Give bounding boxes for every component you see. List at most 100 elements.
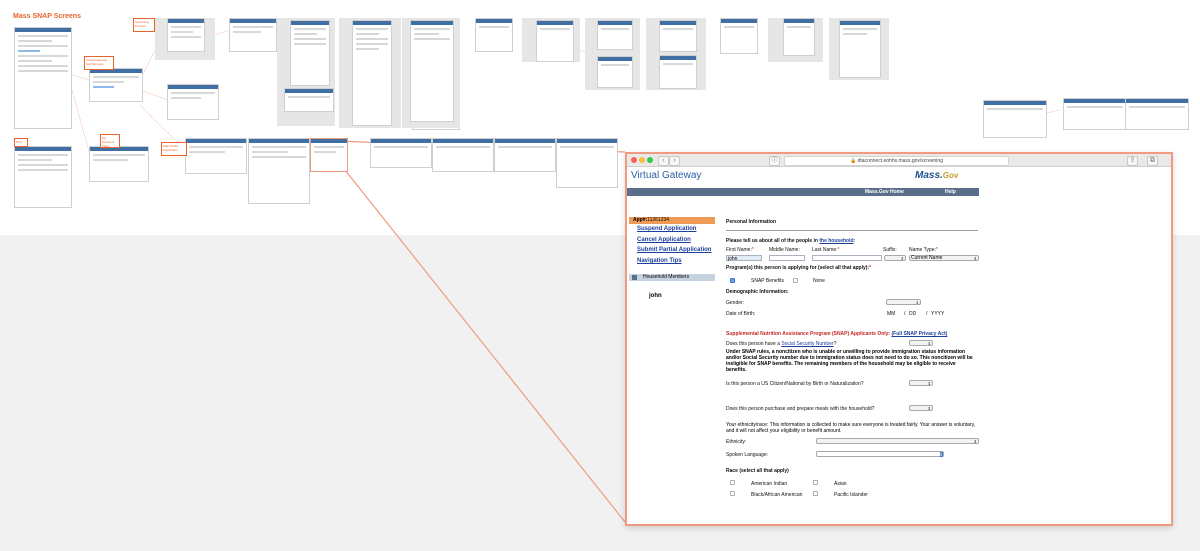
dob-day[interactable]: DD [909,311,916,317]
screen-thumbnail [556,138,618,188]
screen-thumbnail [370,138,432,168]
ethnicity-label: Ethnicity: [726,439,747,445]
noncitizen-notice: Under SNAP rules, a noncitizen who is un… [726,349,973,373]
screen-thumbnail [410,20,454,122]
chevron-updown-icon: ⇕ [939,452,943,457]
ssn-link[interactable]: Social Security Number [781,341,833,347]
site-header: Virtual Gateway Mass.Gov [627,167,979,187]
screen-thumbnail [284,88,334,112]
screen-thumbnail [14,27,72,129]
citizen-select[interactable]: ⇕ [909,380,933,386]
screen-thumbnail [167,84,219,120]
last-name-input[interactable] [812,255,882,261]
cancel-application-link[interactable]: Cancel Application [637,237,691,243]
middle-name-input[interactable] [769,255,805,261]
divider [726,230,978,231]
screen-thumbnail [167,18,205,52]
screen-thumbnail [89,146,149,182]
screen-thumbnail [597,56,633,88]
screen-thumbnail [983,100,1047,138]
navigation-tips-link[interactable]: Navigation Tips [637,258,682,264]
screen-thumbnail [185,138,247,174]
dob-label: Date of Birth: [726,311,756,317]
snap-privacy-link[interactable]: (Full SNAP Privacy Act) [892,331,948,337]
demographic-label: Demographic Information: [726,289,789,295]
note-my-accounts: My Accounts Page [100,134,120,148]
household-link[interactable]: the household [819,238,853,244]
snap-benefits-checkbox[interactable] [730,278,735,283]
app-number-bar: App#:11261234 [629,217,715,224]
dob-month[interactable]: MM [887,311,895,317]
spoken-language-select[interactable]: ⇕ [816,451,944,457]
screen-thumbnail [89,68,143,102]
ssn-question: Does this person have a Social Security … [726,341,837,347]
none-checkbox[interactable] [793,278,798,283]
screen-thumbnail [839,20,881,78]
none-label: None [813,278,825,284]
asian-checkbox[interactable] [813,480,818,485]
nav-mass-gov-home[interactable]: Mass.Gov Home [865,188,904,196]
dob-year[interactable]: YYYY [931,311,944,317]
close-window-button[interactable] [631,157,637,163]
lock-icon: 🔒 [850,158,857,164]
suffix-select[interactable]: ⇕ [884,255,906,261]
forward-icon[interactable]: › [669,156,680,166]
chevron-updown-icon: ⇕ [915,300,919,305]
suffix-label: Suffix: [883,247,897,253]
name-type-label: Name Type:* [909,247,938,253]
info-icon[interactable]: ⓘ [769,156,780,166]
tabs-icon[interactable]: ⧉ [1147,156,1158,166]
url-text: dtaconnect.eohhs.mass.gov/screening [857,158,943,164]
submit-partial-application-link[interactable]: Submit Partial Application [637,247,711,253]
highlighted-screen-thumbnail [310,138,348,172]
ethnicity-select[interactable]: ⇕ [816,438,979,444]
screen-thumbnail [720,18,758,54]
address-bar[interactable]: 🔒 dtaconnect.eohhs.mass.gov/screening [784,156,1009,166]
household-members-header: Household Members [629,274,715,281]
note-start-application: Start Online Application [161,142,187,156]
screen-thumbnail [536,20,574,62]
middle-name-label: Middle Name: [769,247,800,253]
snap-applicants-title: Supplemental Nutrition Assistance Progra… [726,331,948,337]
suspend-application-link[interactable]: Suspend Application [637,226,696,232]
last-name-label: Last Name:* [812,247,840,253]
screen-thumbnail [290,20,330,86]
screen-thumbnail [597,20,633,50]
pacific-islander-label: Pacific Islander [834,492,868,498]
asian-label: Asian [834,481,847,487]
screen-thumbnail [229,18,277,52]
household-member-john[interactable]: john [649,293,662,299]
gender-select[interactable]: ⇕ [886,299,921,305]
first-name-input[interactable]: john [726,255,762,262]
share-icon[interactable]: ⇪ [1127,156,1138,166]
nav-help[interactable]: Help [945,188,956,196]
meals-select[interactable]: ⇕ [909,405,933,411]
screen-thumbnail [1063,98,1127,130]
dob-separator: / [904,311,906,317]
first-name-label: First Name:* [726,247,754,253]
black-african-american-checkbox[interactable] [730,491,735,496]
screen-thumbnail [659,20,697,52]
citizen-question: Is this person a US Citizen/National by … [726,381,864,387]
ethnicity-note: Your ethnicity/race: This information is… [726,422,976,434]
programs-label: Program(s) this person is applying for (… [726,265,872,271]
screen-thumbnail [475,18,513,52]
screen-thumbnail [783,18,815,56]
name-type-select[interactable]: Current Name ⇕ [909,255,979,261]
screen-thumbnail [1125,98,1189,130]
spoken-language-label: Spoken Language: [726,452,768,458]
dob-separator: / [926,311,928,317]
pacific-islander-checkbox[interactable] [813,491,818,496]
ssn-select[interactable]: ⇕ [909,340,933,346]
mass-gov-logo[interactable]: Mass.Gov [915,170,958,181]
chevron-updown-icon: ⇕ [927,381,931,386]
american-indian-checkbox[interactable] [730,480,735,485]
note-print: Print [14,138,28,147]
note-self-services: Virtual Gateway Self Services [84,56,114,70]
minimize-window-button[interactable] [639,157,645,163]
site-title: Virtual Gateway [631,170,702,181]
chevron-updown-icon: ⇕ [973,439,977,444]
maximize-window-button[interactable] [647,157,653,163]
back-icon[interactable]: ‹ [658,156,669,166]
chevron-updown-icon: ⇕ [927,341,931,346]
